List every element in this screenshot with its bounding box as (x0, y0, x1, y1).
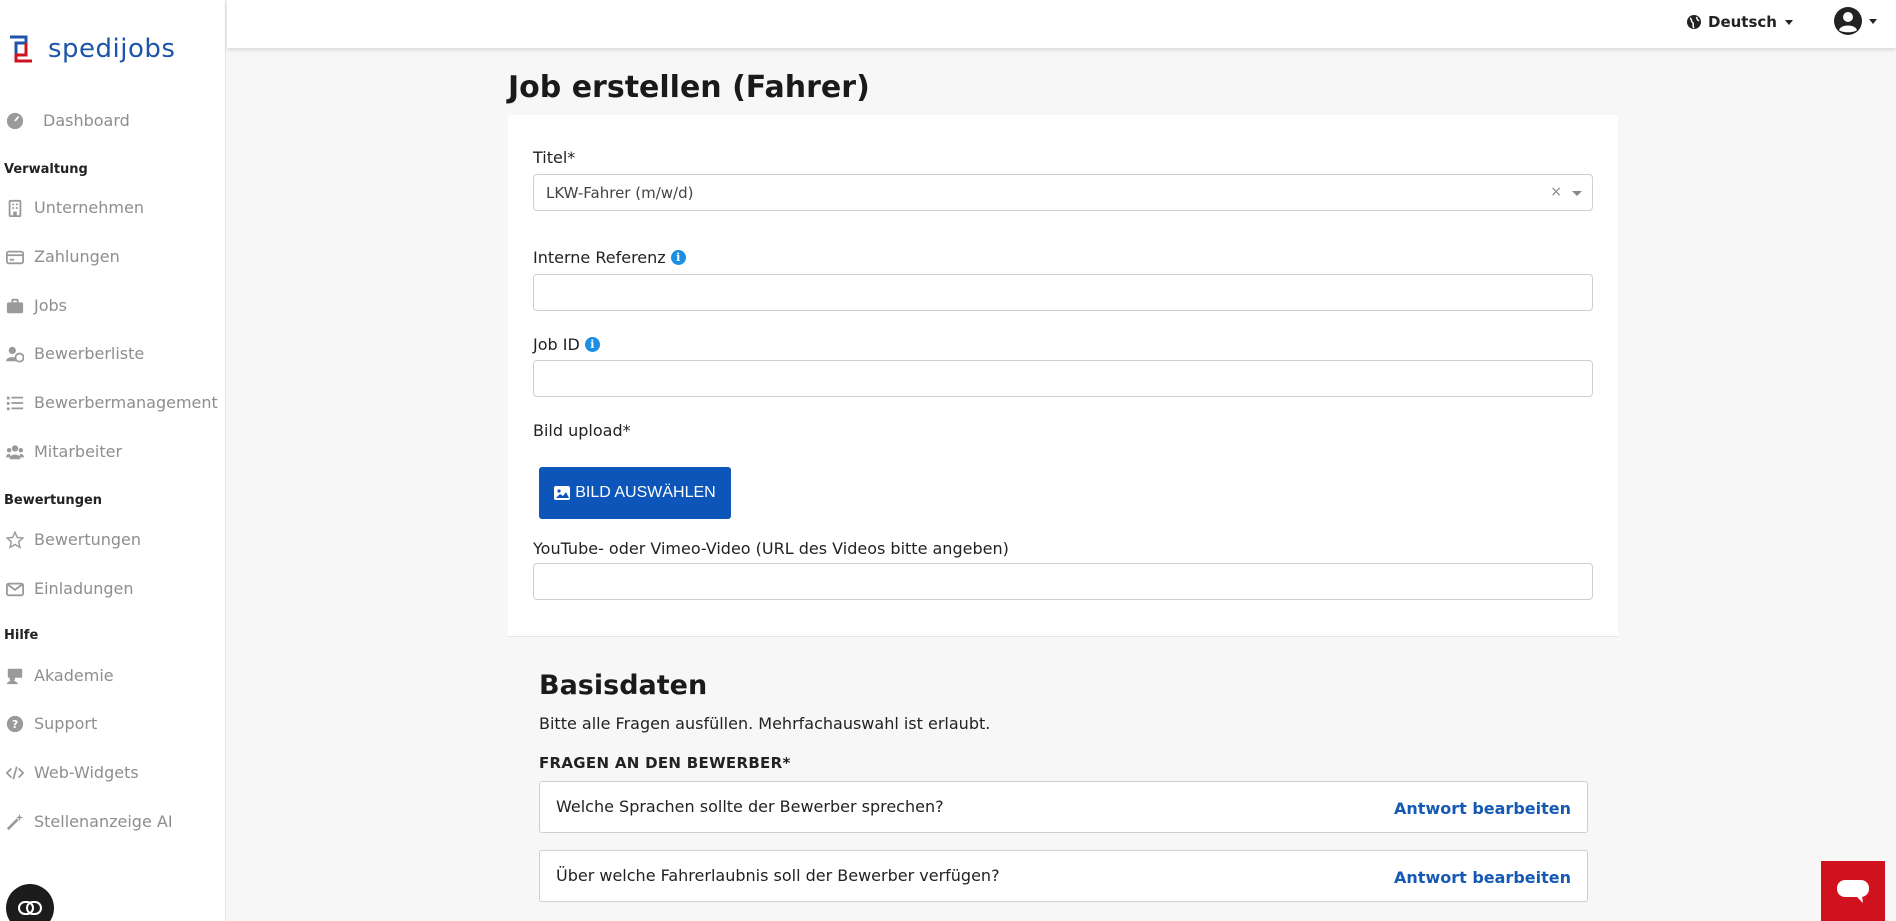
sidebar-item-mitarbeiter[interactable]: Mitarbeiter (6, 442, 122, 461)
chevron-down-icon (1572, 191, 1582, 196)
sidebar-item-unternehmen[interactable]: Unternehmen (6, 198, 144, 217)
titel-select-value: LKW-Fahrer (m/w/d) (546, 184, 694, 202)
sidebar: spedijobs Dashboard Verwaltung Unternehm… (0, 0, 226, 921)
interne-referenz-label: Interne Referenz i (533, 248, 686, 267)
envelope-icon (6, 582, 24, 596)
chevron-down-icon (1869, 18, 1877, 24)
user-menu[interactable] (1833, 6, 1877, 36)
info-icon[interactable]: i (584, 337, 600, 352)
gauge-icon (6, 112, 24, 129)
sidebar-item-bewerberliste[interactable]: Bewerberliste (6, 344, 144, 363)
sidebar-item-zahlungen[interactable]: Zahlungen (6, 247, 120, 266)
sidebar-item-label: Mitarbeiter (34, 442, 123, 461)
sidebar-item-web-widgets[interactable]: Web-Widgets (6, 763, 139, 782)
question-text: Über welche Fahrerlaubnis soll der Bewer… (556, 866, 1000, 885)
brand-logo[interactable]: spedijobs (8, 34, 175, 64)
bild-upload-label-text: Bild upload* (533, 421, 631, 440)
magic-wand-icon (6, 813, 24, 830)
briefcase-icon (6, 298, 24, 313)
bild-auswaehlen-label: BILD AUSWÄHLEN (575, 484, 716, 501)
sidebar-item-dashboard[interactable]: Dashboard (6, 111, 130, 130)
sidebar-item-label: Bewertungen (34, 530, 142, 549)
chat-bubble-icon (1837, 880, 1869, 903)
svg-text:?: ? (12, 718, 18, 731)
sidebar-item-label: Akademie (34, 666, 114, 685)
cookie-consent-button[interactable] (6, 884, 54, 921)
job-id-input[interactable] (533, 360, 1593, 397)
basisdaten-subtitle: Bitte alle Fragen ausfüllen. Mehrfachaus… (539, 714, 991, 733)
top-bar (227, 0, 1896, 48)
teacher-icon (6, 668, 23, 684)
sidebar-item-einladungen[interactable]: Einladungen (6, 579, 134, 598)
sidebar-item-support[interactable]: ? Support (6, 714, 97, 733)
credit-card-icon (6, 250, 24, 264)
video-url-input[interactable] (533, 563, 1593, 600)
chevron-down-icon (1784, 19, 1793, 25)
video-url-label-text: YouTube- oder Vimeo-Video (URL des Video… (533, 539, 1009, 558)
interne-referenz-label-text: Interne Referenz (533, 248, 666, 267)
list-icon (6, 396, 24, 410)
link-icon (18, 901, 42, 915)
interne-referenz-input[interactable] (533, 274, 1593, 311)
sidebar-item-stellenanzeige-ai[interactable]: Stellenanzeige AI (6, 812, 173, 831)
sidebar-item-label: Bewerberliste (34, 344, 145, 363)
bild-upload-label: Bild upload* (533, 421, 631, 440)
basisdaten-title: Basisdaten (539, 670, 708, 701)
section-heading-verwaltung: Verwaltung (4, 162, 88, 177)
bild-auswaehlen-button[interactable]: BILD AUSWÄHLEN (539, 467, 731, 519)
titel-label: Titel* (533, 148, 575, 167)
question-row: Welche Sprachen sollte der Bewerber spre… (539, 781, 1588, 833)
help-chat-button[interactable] (1821, 861, 1885, 921)
language-label: Deutsch (1708, 13, 1777, 31)
video-url-label: YouTube- oder Vimeo-Video (URL des Video… (533, 539, 1009, 558)
questions-heading: FRAGEN AN DEN BEWERBER* (539, 754, 791, 772)
sidebar-item-label: Stellenanzeige AI (34, 812, 173, 831)
sidebar-item-akademie[interactable]: Akademie (6, 666, 114, 685)
sidebar-item-label: Bewerbermanagement (34, 393, 218, 412)
question-circle-icon: ? (6, 715, 24, 732)
globe-icon (1687, 15, 1701, 29)
info-icon[interactable]: i (670, 250, 686, 265)
sidebar-item-label: Support (34, 714, 98, 733)
answer-edit-link[interactable]: Antwort bearbeiten (1394, 868, 1571, 887)
language-selector[interactable]: Deutsch (1686, 13, 1793, 31)
page-title: Job erstellen (Fahrer) (508, 70, 870, 105)
building-icon (8, 199, 22, 217)
sidebar-item-label: Zahlungen (34, 247, 120, 266)
section-heading-bewertungen: Bewertungen (4, 493, 103, 508)
sidebar-item-label: Unternehmen (34, 198, 144, 217)
users-icon (6, 444, 24, 459)
star-icon (6, 530, 24, 549)
sidebar-item-label: Jobs (34, 296, 67, 315)
sidebar-item-bewertungen[interactable]: Bewertungen (6, 530, 141, 549)
question-row: Über welche Fahrerlaubnis soll der Bewer… (539, 850, 1588, 902)
brand-name: spedijobs (48, 34, 176, 64)
titel-select[interactable]: LKW-Fahrer (m/w/d) × (533, 174, 1593, 211)
sidebar-item-bewerbermanagement[interactable]: Bewerbermanagement (6, 393, 218, 412)
sidebar-item-jobs[interactable]: Jobs (6, 296, 67, 315)
spedijobs-logo-icon (8, 35, 34, 63)
question-text: Welche Sprachen sollte der Bewerber spre… (556, 797, 944, 816)
user-clock-icon (6, 346, 24, 363)
titel-label-text: Titel* (533, 148, 576, 167)
clear-icon[interactable]: × (1550, 184, 1562, 200)
job-id-label-text: Job ID (533, 335, 580, 354)
section-heading-hilfe: Hilfe (4, 628, 39, 643)
user-avatar-icon (1834, 7, 1862, 35)
sidebar-item-label: Einladungen (34, 579, 134, 598)
sidebar-item-label: Dashboard (43, 111, 130, 130)
job-id-label: Job ID i (533, 335, 600, 354)
code-icon (6, 765, 24, 780)
image-icon (554, 486, 571, 500)
sidebar-item-label: Web-Widgets (34, 763, 139, 782)
answer-edit-link[interactable]: Antwort bearbeiten (1394, 799, 1571, 818)
